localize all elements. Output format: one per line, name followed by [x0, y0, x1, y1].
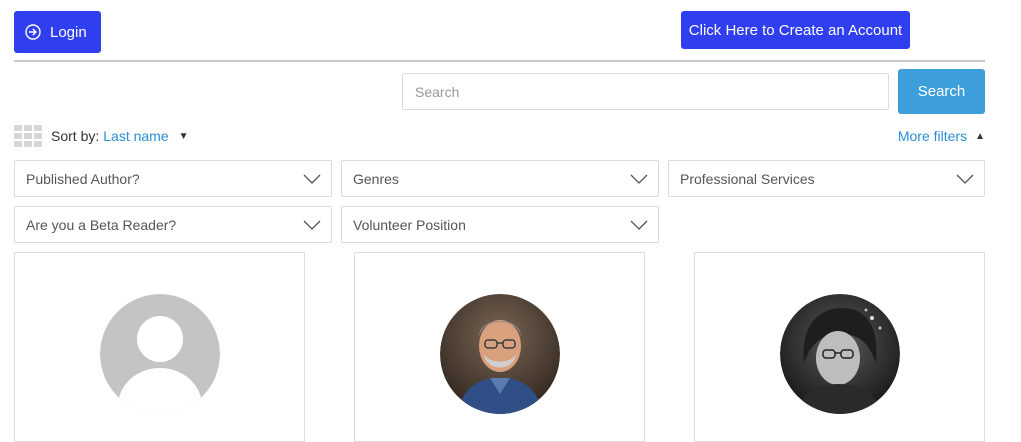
chevron-down-icon	[630, 220, 648, 230]
header-divider	[14, 60, 985, 62]
search-button-label: Search	[917, 83, 966, 100]
member-photo[interactable]	[780, 294, 900, 414]
login-label: Login	[50, 23, 87, 41]
filter-label: Published Author?	[26, 170, 140, 187]
filter-genres[interactable]: Genres	[341, 160, 659, 197]
grid-view-icon[interactable]	[14, 125, 42, 147]
filter-published-author[interactable]: Published Author?	[14, 160, 332, 197]
filter-label: Professional Services	[680, 170, 815, 187]
sort-label: Sort by:	[51, 128, 100, 144]
search-button[interactable]: Search	[898, 69, 985, 114]
filter-label: Are you a Beta Reader?	[26, 216, 177, 233]
chevron-down-icon	[956, 174, 974, 184]
caret-down-icon[interactable]: ▼	[179, 131, 189, 142]
filter-beta-reader[interactable]: Are you a Beta Reader?	[14, 206, 332, 243]
sort-value-link[interactable]: Last name	[103, 128, 168, 144]
chevron-down-icon	[630, 174, 648, 184]
member-card[interactable]	[354, 252, 645, 442]
chevron-down-icon	[303, 174, 321, 184]
filter-professional-services[interactable]: Professional Services	[668, 160, 985, 197]
login-button[interactable]: Login	[14, 11, 101, 53]
create-account-button[interactable]: Click Here to Create an Account	[681, 11, 910, 49]
caret-up-icon: ▲	[975, 130, 985, 142]
create-account-label: Click Here to Create an Account	[688, 21, 903, 39]
filter-label: Volunteer Position	[353, 216, 466, 233]
more-filters-label: More filters	[897, 128, 968, 144]
more-filters-toggle[interactable]: More filters ▲	[898, 128, 985, 144]
filter-label: Genres	[353, 170, 399, 187]
circle-arrow-right-icon	[25, 24, 41, 40]
filter-volunteer-position[interactable]: Volunteer Position	[341, 206, 659, 243]
default-user-avatar-icon[interactable]	[100, 294, 220, 414]
member-card[interactable]	[14, 252, 305, 442]
chevron-down-icon	[303, 220, 321, 230]
member-photo[interactable]	[440, 294, 560, 414]
search-input[interactable]	[402, 73, 889, 110]
sort-control: Sort by: Last name ▼	[51, 128, 189, 144]
member-card[interactable]	[694, 252, 985, 442]
